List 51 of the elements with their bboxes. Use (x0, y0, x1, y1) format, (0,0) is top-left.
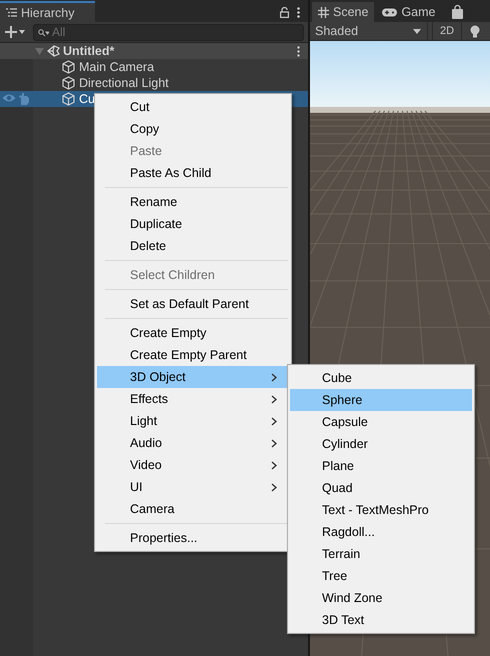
menu-item[interactable]: Effects (97, 388, 289, 410)
hierarchy-tab[interactable]: Hierarchy (0, 1, 95, 22)
menu-item[interactable]: Copy (97, 118, 289, 140)
shading-dropdown[interactable]: Shaded (310, 22, 428, 40)
menu-item[interactable]: Audio (97, 432, 289, 454)
menu-item[interactable]: Cylinder (290, 433, 472, 455)
add-button[interactable] (3, 23, 27, 41)
menu-item[interactable]: 3D Object (97, 366, 289, 388)
menu-item[interactable]: Create Empty Parent (97, 344, 289, 366)
menu-item[interactable]: Terrain (290, 543, 472, 565)
lightbulb-icon[interactable] (470, 24, 480, 38)
more-icon[interactable] (297, 7, 300, 18)
menu-item[interactable]: Tree (290, 565, 472, 587)
panel-tab[interactable]: Scene (312, 2, 374, 22)
menu-item[interactable]: Wind Zone (290, 587, 472, 609)
menu-item[interactable]: 3D Text (290, 609, 472, 631)
menu-item[interactable]: Properties... (97, 527, 289, 549)
menu-item[interactable]: Text - TextMeshPro (290, 499, 472, 521)
menu-item[interactable]: Camera (97, 498, 289, 520)
caret-icon (413, 28, 421, 34)
menu-item[interactable]: Delete (97, 235, 289, 257)
menu-item[interactable]: Create Empty (97, 322, 289, 344)
search-field[interactable]: All (33, 24, 304, 40)
store-bag-icon[interactable] (452, 5, 462, 19)
scene-name[interactable]: Untitled* (63, 44, 114, 58)
menu-item[interactable]: UI (97, 476, 289, 498)
unity-logo-icon (47, 45, 60, 57)
more-icon[interactable] (297, 46, 300, 57)
cube-icon (62, 76, 75, 90)
list-icon (6, 8, 17, 17)
cube-icon (62, 92, 75, 106)
hierarchy-item[interactable]: Directional Light (0, 75, 308, 91)
menu-item[interactable]: Set as Default Parent (97, 293, 289, 315)
menu-item[interactable]: Cut (97, 96, 289, 118)
gamepad-icon (382, 8, 398, 16)
cube-icon (62, 60, 75, 74)
menu-item[interactable]: Duplicate (97, 213, 289, 235)
grid-icon (318, 6, 329, 18)
hierarchy-item[interactable]: Main Camera (0, 59, 308, 75)
menu-item[interactable]: Quad (290, 477, 472, 499)
menu-item[interactable]: Paste As Child (97, 162, 289, 184)
menu-item[interactable]: Rename (97, 191, 289, 213)
menu-item[interactable]: Sphere (290, 389, 472, 411)
menu-item[interactable]: Ragdoll... (290, 521, 472, 543)
menu-item[interactable]: Cube (290, 367, 472, 389)
menu-item[interactable]: Plane (290, 455, 472, 477)
2d-toggle[interactable]: 2D (432, 22, 462, 40)
menu-item[interactable]: Light (97, 410, 289, 432)
menu-item[interactable]: Capsule (290, 411, 472, 433)
lock-icon[interactable] (280, 7, 289, 18)
menu-item[interactable]: Video (97, 454, 289, 476)
